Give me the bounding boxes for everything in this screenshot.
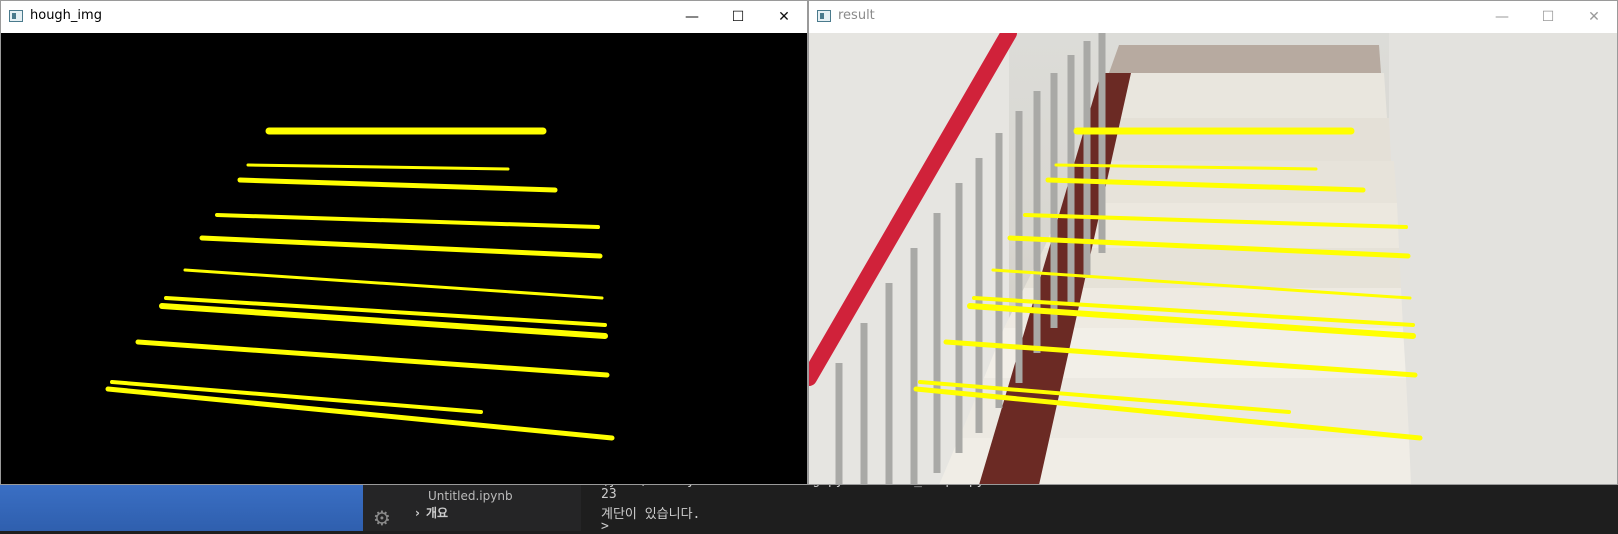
hough-line (199, 235, 603, 259)
hough-lines (105, 127, 615, 441)
hough-line (135, 339, 610, 378)
window-title: result (838, 8, 875, 23)
result-image-canvas (809, 33, 1617, 484)
title-bar[interactable]: hough_img — ☐ ✕ (1, 1, 807, 33)
maximize-icon[interactable]: ☐ (1525, 1, 1571, 33)
title-bar[interactable]: result — ☐ ✕ (809, 1, 1617, 33)
hough-line (237, 177, 558, 193)
stair-photo (809, 33, 1617, 484)
close-icon[interactable]: ✕ (1571, 1, 1617, 33)
chevron-right-icon: › (415, 505, 420, 520)
gear-icon[interactable]: ⚙ (373, 507, 395, 529)
explorer-section-outline[interactable]: › 개요 (415, 504, 448, 521)
hough-line (183, 268, 604, 300)
terminal-line: 23 (601, 487, 617, 502)
minimize-icon[interactable]: — (669, 1, 715, 33)
terminal-line: 계단이 있습니다. (601, 507, 701, 522)
minimize-icon[interactable]: — (1479, 1, 1525, 33)
hough-line (105, 386, 615, 441)
result-window[interactable]: result — ☐ ✕ (808, 0, 1618, 485)
close-icon[interactable]: ✕ (761, 1, 807, 33)
hough-line (215, 213, 600, 229)
hough-window[interactable]: hough_img — ☐ ✕ (0, 0, 808, 485)
terminal-prompt: > (601, 519, 609, 534)
desktop-background (0, 485, 363, 531)
section-label: 개요 (425, 506, 449, 520)
stairs (939, 45, 1411, 484)
hough-line (246, 163, 510, 171)
window-app-icon (9, 10, 23, 22)
maximize-icon[interactable]: ☐ (715, 1, 761, 33)
vscode-explorer: ⚙ Untitled.ipynb › 개요 (363, 485, 581, 531)
hough-image-canvas (1, 33, 807, 484)
terminal-panel[interactable]: (yolo) E:\Python\SelfDriving\python line… (581, 473, 1618, 534)
window-app-icon (817, 10, 831, 22)
wall-right (1389, 33, 1617, 484)
explorer-file-item[interactable]: Untitled.ipynb (428, 489, 513, 503)
window-title: hough_img (30, 8, 102, 23)
